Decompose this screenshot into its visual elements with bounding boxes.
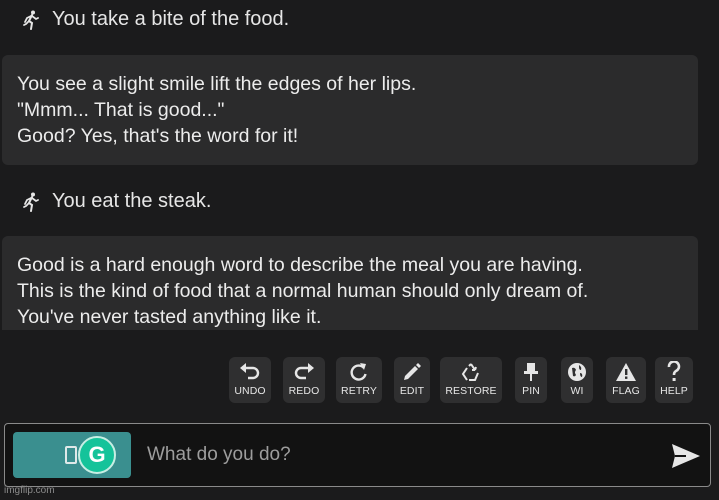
running-person-icon [20, 9, 42, 31]
undo-arrow-icon [239, 359, 261, 385]
message-line: "Mmm... That is good..." [17, 99, 225, 121]
story-message: Good is a hard enough word to describe t… [2, 236, 698, 330]
wi-label: WI [570, 385, 584, 397]
action-text: You eat the steak. [52, 190, 212, 212]
retry-label: RETRY [341, 385, 377, 397]
story-log: You take a bite of the food. You see a s… [0, 0, 719, 330]
redo-arrow-icon [293, 359, 315, 385]
story-message: You see a slight smile lift the edges of… [2, 55, 698, 165]
recycle-icon [460, 359, 482, 385]
pin-label: PIN [522, 385, 540, 397]
pencil-icon [402, 359, 422, 385]
message-line: You see a slight smile lift the edges of… [17, 73, 417, 95]
redo-label: REDO [288, 385, 320, 397]
pin-button[interactable]: PIN [515, 357, 547, 403]
edit-label: EDIT [399, 385, 425, 397]
flag-button[interactable]: FLAG [606, 357, 646, 403]
retry-button[interactable]: RETRY [336, 357, 382, 403]
action-entry: You take a bite of the food. [20, 8, 289, 31]
input-bar: G What do you do? [4, 423, 711, 487]
flag-label: FLAG [612, 385, 640, 397]
message-line: Good? Yes, that's the word for it! [17, 125, 299, 147]
message-line: This is the kind of food that a normal h… [17, 280, 589, 302]
help-button[interactable]: HELP [655, 357, 693, 403]
mode-icon [65, 446, 77, 464]
undo-label: UNDO [234, 385, 266, 397]
message-line: You've never tasted anything like it. [17, 306, 322, 328]
watermark: imgflip.com [4, 485, 55, 496]
restore-button[interactable]: RESTORE [440, 357, 502, 403]
message-line: Good is a hard enough word to describe t… [17, 254, 583, 276]
running-person-icon [20, 191, 42, 213]
globe-icon [567, 359, 587, 385]
send-icon[interactable] [670, 442, 702, 470]
pushpin-icon [524, 359, 538, 385]
grammarly-icon[interactable]: G [78, 436, 116, 474]
question-mark-icon [666, 359, 682, 385]
action-entry: You eat the steak. [20, 190, 211, 213]
undo-button[interactable]: UNDO [229, 357, 271, 403]
input-mode-button[interactable]: G [13, 432, 131, 478]
grammarly-letter: G [88, 442, 106, 467]
help-label: HELP [660, 385, 688, 397]
edit-button[interactable]: EDIT [394, 357, 430, 403]
action-text: You take a bite of the food. [52, 8, 290, 30]
refresh-icon [349, 359, 369, 385]
restore-label: RESTORE [445, 385, 497, 397]
wi-button[interactable]: WI [561, 357, 593, 403]
action-input[interactable]: What do you do? [147, 444, 291, 466]
warning-triangle-icon [615, 359, 637, 385]
redo-button[interactable]: REDO [283, 357, 325, 403]
